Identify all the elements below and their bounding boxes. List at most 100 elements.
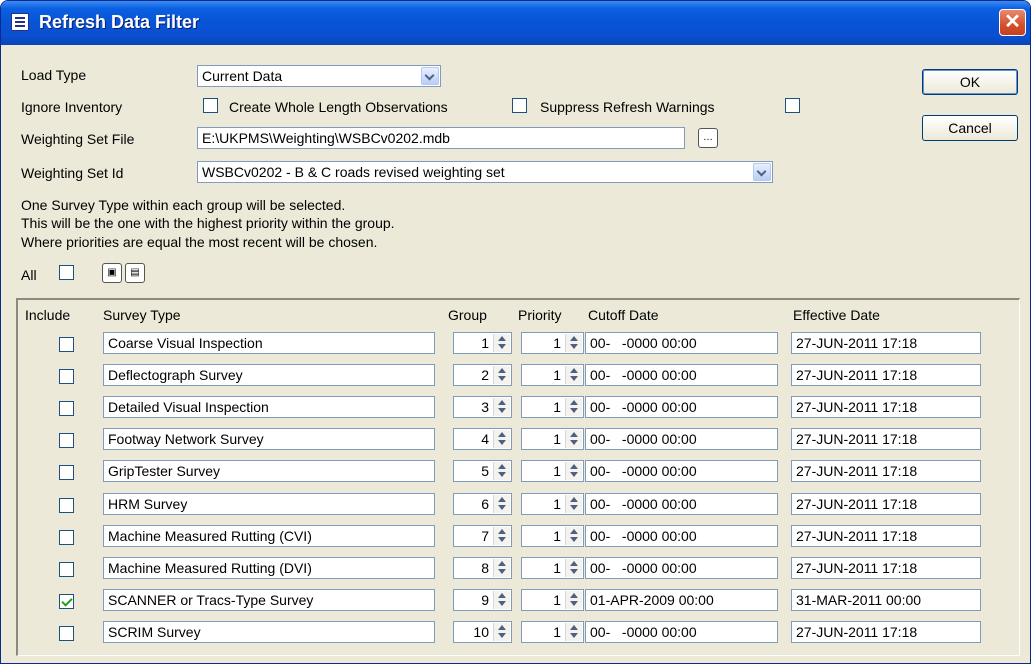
priority-value: 1	[553, 367, 561, 383]
stepper-arrows-icon[interactable]	[565, 366, 582, 384]
cutoff-date-field[interactable]: 00- -0000 00:00	[585, 396, 778, 418]
cutoff-date-field[interactable]: 00- -0000 00:00	[585, 557, 778, 579]
title-bar[interactable]: Refresh Data Filter ✕	[1, 1, 1030, 45]
group-stepper[interactable]: 3	[453, 396, 512, 418]
priority-stepper[interactable]: 1	[521, 621, 584, 643]
cutoff-date-field[interactable]: 01-APR-2009 00:00	[585, 589, 778, 611]
priority-stepper[interactable]: 1	[521, 525, 584, 547]
include-checkbox[interactable]	[59, 530, 74, 545]
group-stepper[interactable]: 5	[453, 460, 512, 482]
cutoff-date-field[interactable]: 00- -0000 00:00	[585, 364, 778, 386]
survey-type-field[interactable]: Deflectograph Survey	[103, 364, 435, 386]
cutoff-date-field[interactable]: 00- -0000 00:00	[585, 460, 778, 482]
survey-type-field[interactable]: GripTester Survey	[103, 460, 435, 482]
priority-stepper[interactable]: 1	[521, 332, 584, 354]
survey-type-field[interactable]: SCANNER or Tracs-Type Survey	[103, 589, 435, 611]
effective-date-field[interactable]: 27-JUN-2011 17:18	[791, 621, 981, 643]
cutoff-date-field[interactable]: 00- -0000 00:00	[585, 621, 778, 643]
survey-type-field[interactable]: Machine Measured Rutting (DVI)	[103, 557, 435, 579]
effective-date-field[interactable]: 27-JUN-2011 17:18	[791, 396, 981, 418]
include-checkbox[interactable]	[59, 401, 74, 416]
priority-stepper[interactable]: 1	[521, 589, 584, 611]
priority-stepper[interactable]: 1	[521, 364, 584, 386]
create-whole-length-checkbox[interactable]	[512, 98, 527, 113]
stepper-arrows-icon[interactable]	[565, 559, 582, 577]
group-value: 3	[481, 399, 489, 415]
survey-type-field[interactable]: HRM Survey	[103, 493, 435, 515]
group-stepper[interactable]: 6	[453, 493, 512, 515]
suppress-refresh-checkbox[interactable]	[785, 98, 800, 113]
stepper-arrows-icon[interactable]	[565, 623, 582, 641]
stepper-arrows-icon[interactable]	[493, 623, 510, 641]
include-checkbox[interactable]	[59, 465, 74, 480]
chevron-down-icon[interactable]	[753, 163, 771, 181]
stepper-arrows-icon[interactable]	[565, 527, 582, 545]
stepper-arrows-icon[interactable]	[565, 430, 582, 448]
stepper-arrows-icon[interactable]	[493, 527, 510, 545]
group-stepper[interactable]: 8	[453, 557, 512, 579]
stepper-arrows-icon[interactable]	[565, 591, 582, 609]
ok-button[interactable]: OK	[922, 69, 1018, 95]
weighting-set-file-input[interactable]: E:\UKPMS\Weighting\WSBCv0202.mdb	[197, 127, 685, 149]
stepper-arrows-icon[interactable]	[493, 462, 510, 480]
chevron-down-icon[interactable]	[421, 67, 439, 85]
cancel-button[interactable]: Cancel	[922, 115, 1018, 141]
priority-stepper[interactable]: 1	[521, 460, 584, 482]
stepper-arrows-icon[interactable]	[493, 334, 510, 352]
include-checkbox[interactable]	[59, 562, 74, 577]
stepper-arrows-icon[interactable]	[493, 430, 510, 448]
survey-type-field[interactable]: Machine Measured Rutting (CVI)	[103, 525, 435, 547]
stepper-arrows-icon[interactable]	[493, 495, 510, 513]
stepper-arrows-icon[interactable]	[493, 398, 510, 416]
cutoff-date-field[interactable]: 00- -0000 00:00	[585, 493, 778, 515]
include-checkbox[interactable]	[59, 433, 74, 448]
stepper-arrows-icon[interactable]	[493, 559, 510, 577]
survey-type-field[interactable]: Footway Network Survey	[103, 428, 435, 450]
header-survey-type: Survey Type	[103, 307, 181, 323]
survey-type-field[interactable]: SCRIM Survey	[103, 621, 435, 643]
effective-date-field[interactable]: 27-JUN-2011 17:18	[791, 525, 981, 547]
group-stepper[interactable]: 7	[453, 525, 512, 547]
browse-file-button[interactable]: …	[698, 128, 718, 148]
group-stepper[interactable]: 1	[453, 332, 512, 354]
group-stepper[interactable]: 10	[453, 621, 512, 643]
effective-date-field[interactable]: 27-JUN-2011 17:18	[791, 460, 981, 482]
stepper-arrows-icon[interactable]	[493, 591, 510, 609]
effective-date-field[interactable]: 27-JUN-2011 17:18	[791, 428, 981, 450]
group-stepper[interactable]: 2	[453, 364, 512, 386]
close-icon[interactable]: ✕	[999, 9, 1026, 36]
include-checkbox[interactable]	[59, 626, 74, 641]
include-checkbox[interactable]	[59, 369, 74, 384]
effective-date-field[interactable]: 27-JUN-2011 17:18	[791, 364, 981, 386]
include-checkbox[interactable]	[59, 337, 74, 352]
cutoff-date-field[interactable]: 00- -0000 00:00	[585, 332, 778, 354]
survey-type-field[interactable]: Detailed Visual Inspection	[103, 396, 435, 418]
effective-date-field[interactable]: 27-JUN-2011 17:18	[791, 493, 981, 515]
load-type-select[interactable]: Current Data	[197, 65, 441, 87]
cutoff-date-field[interactable]: 00- -0000 00:00	[585, 428, 778, 450]
priority-stepper[interactable]: 1	[521, 396, 584, 418]
stepper-arrows-icon[interactable]	[565, 334, 582, 352]
all-checkbox[interactable]	[59, 265, 74, 280]
weighting-set-id-select[interactable]: WSBCv0202 - B & C roads revised weightin…	[197, 161, 773, 183]
ignore-inventory-checkbox[interactable]	[203, 98, 218, 113]
priority-stepper[interactable]: 1	[521, 493, 584, 515]
group-stepper[interactable]: 9	[453, 589, 512, 611]
select-all-button[interactable]: ▣	[102, 263, 122, 283]
effective-date-field[interactable]: 31-MAR-2011 00:00	[791, 589, 981, 611]
priority-stepper[interactable]: 1	[521, 557, 584, 579]
survey-type-field[interactable]: Coarse Visual Inspection	[103, 332, 435, 354]
include-checkbox[interactable]	[59, 594, 74, 609]
effective-date-field[interactable]: 27-JUN-2011 17:18	[791, 332, 981, 354]
priority-stepper[interactable]: 1	[521, 428, 584, 450]
stepper-arrows-icon[interactable]	[565, 495, 582, 513]
stepper-arrows-icon[interactable]	[493, 366, 510, 384]
stepper-arrows-icon[interactable]	[565, 462, 582, 480]
include-checkbox[interactable]	[59, 498, 74, 513]
cutoff-date-field[interactable]: 00- -0000 00:00	[585, 525, 778, 547]
clear-all-icon: ▤	[130, 267, 140, 278]
effective-date-field[interactable]: 27-JUN-2011 17:18	[791, 557, 981, 579]
group-stepper[interactable]: 4	[453, 428, 512, 450]
stepper-arrows-icon[interactable]	[565, 398, 582, 416]
clear-all-button[interactable]: ▤	[125, 263, 145, 283]
